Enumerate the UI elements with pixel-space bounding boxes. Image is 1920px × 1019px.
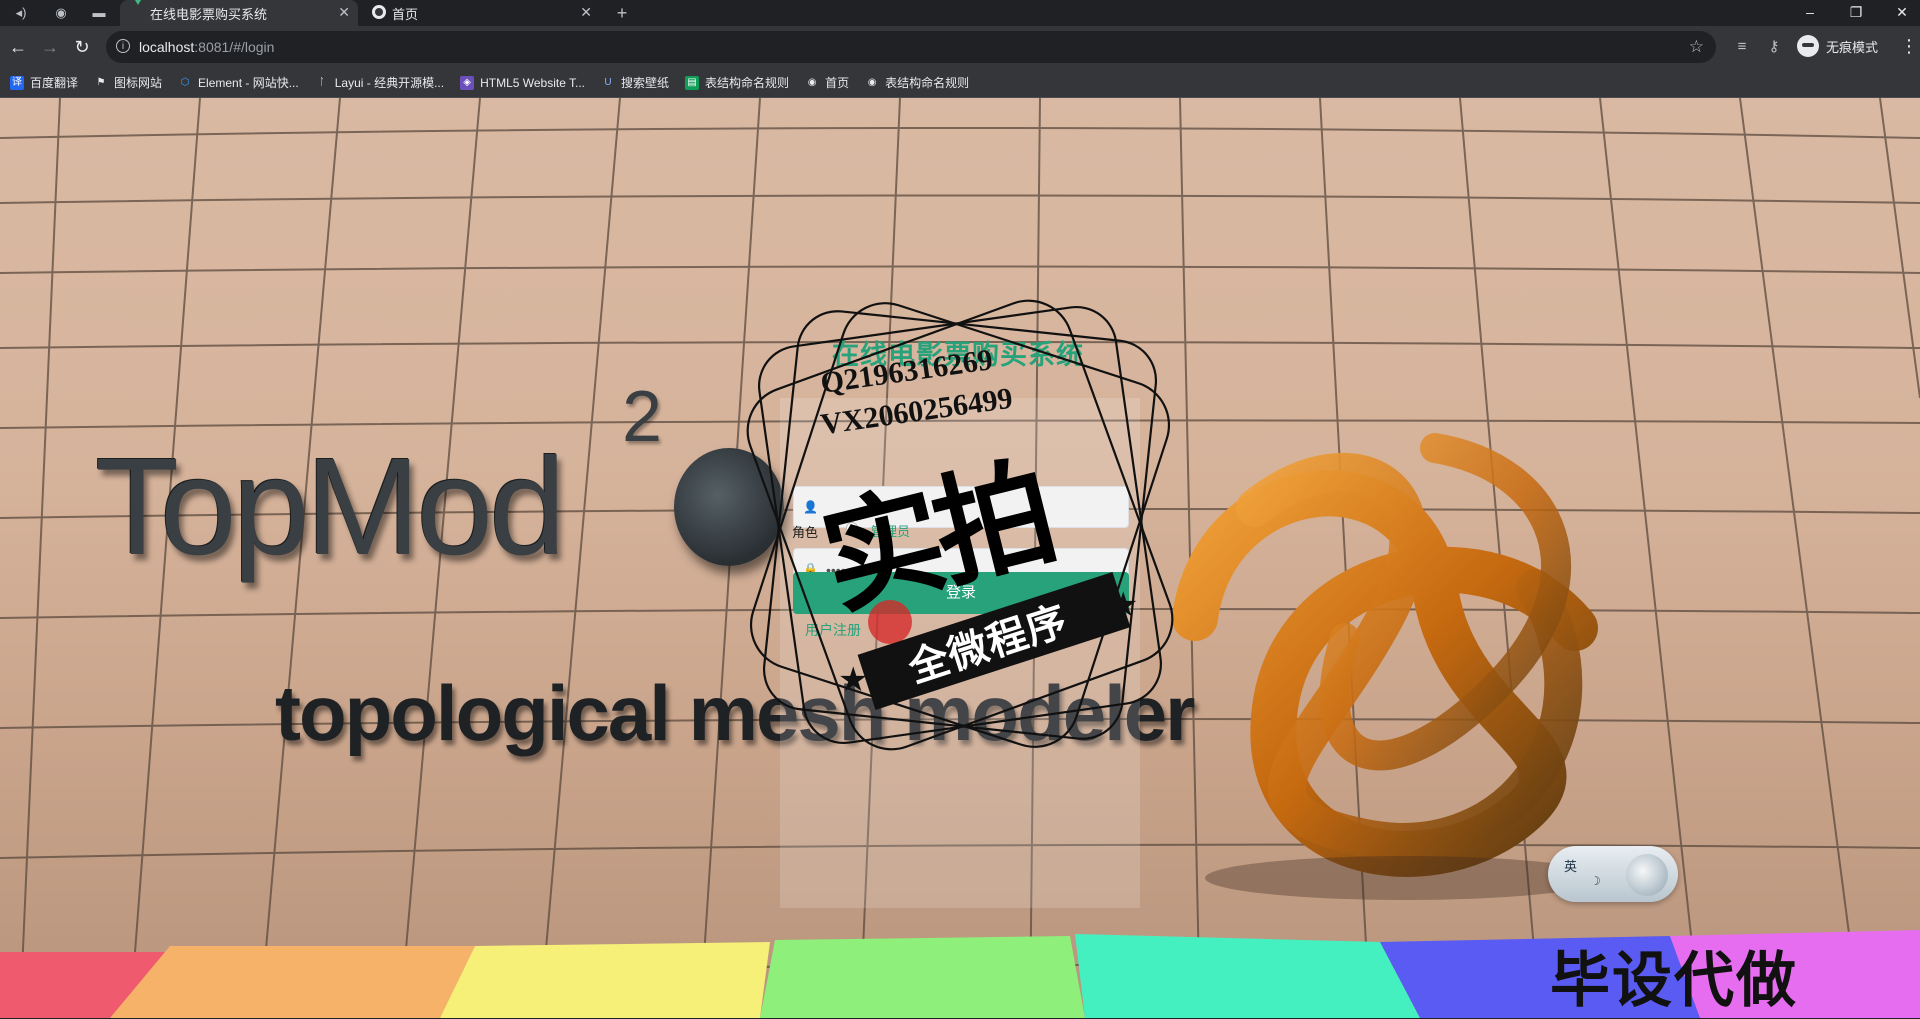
- minimize-icon[interactable]: –: [1787, 0, 1833, 26]
- tab-title: 首页: [392, 6, 419, 22]
- reading-list-icon[interactable]: ≡: [1732, 37, 1752, 57]
- star-icon: ★: [1108, 586, 1139, 624]
- close-tab-icon[interactable]: ✕: [580, 4, 592, 21]
- tab-title: 在线电影票购买系统: [150, 6, 268, 22]
- bookmark-item[interactable]: ⚑ 图标网站: [94, 74, 163, 91]
- mute-icon[interactable]: ◂): [12, 4, 30, 22]
- globe-icon: ◉: [807, 76, 817, 88]
- bookmark-item[interactable]: ⬡ Element - 网站快...: [178, 74, 299, 91]
- tab-strip: ◂) ◉ ▬ 在线电影票购买系统 ✕ 首页 ✕ + – ❐ ✕: [0, 0, 1920, 26]
- bookmarks-bar: 译百度翻译 ⚑ 图标网站 ⬡ Element - 网站快... ᛚ Layui - 经…: [0, 68, 1920, 98]
- bookmark-item[interactable]: ◉ 表结构命名规则: [865, 74, 969, 91]
- more-menu-icon[interactable]: ⋮: [1900, 36, 1918, 57]
- bookmark-item[interactable]: ᛚ Layui - 经典开源模...: [315, 74, 444, 91]
- bookmark-label: HTML5 Website T...: [480, 75, 586, 90]
- pinned-tab-page-icon[interactable]: ▬: [90, 4, 108, 22]
- incognito-icon: [1797, 35, 1819, 57]
- globe-icon: [372, 5, 388, 21]
- forward-icon[interactable]: →: [38, 35, 62, 59]
- close-tab-icon[interactable]: ✕: [338, 4, 350, 21]
- bookmark-item[interactable]: ◉ 首页: [805, 74, 849, 91]
- close-window-icon[interactable]: ✕: [1879, 0, 1920, 26]
- url-path: :8081/#/login: [194, 39, 275, 55]
- flag-icon: ⚑: [96, 76, 106, 88]
- browser-toolbar: ← → ↻ i localhost:8081/#/login ☆ ≡ ⚷ 无痕模…: [0, 26, 1920, 68]
- globe-icon: ◉: [867, 76, 877, 88]
- bookmark-label: 首页: [825, 76, 850, 90]
- layui-icon: ᛚ: [318, 76, 325, 88]
- address-bar[interactable]: i localhost:8081/#/login ☆: [106, 31, 1716, 63]
- bookmark-label: Element - 网站快...: [198, 76, 299, 90]
- profile-label: 无痕模式: [1826, 39, 1879, 55]
- html5-icon: ◈: [460, 75, 475, 90]
- site-info-icon[interactable]: i: [116, 39, 130, 53]
- bookmark-label: 百度翻译: [30, 76, 79, 90]
- star-icon: ★: [838, 661, 869, 699]
- key-icon[interactable]: ⚷: [1764, 37, 1784, 57]
- bookmark-label: 图标网站: [114, 76, 163, 90]
- bookmark-item[interactable]: 译百度翻译: [10, 74, 78, 91]
- vue-logo-icon: [130, 0, 146, 21]
- brand-superscript: 2: [622, 377, 663, 457]
- tab-login[interactable]: 在线电影票购买系统 ✕: [120, 0, 358, 26]
- bookmark-label: 表结构命名规则: [885, 76, 970, 90]
- bookmark-item[interactable]: ▤ 表结构命名规则: [685, 74, 789, 91]
- url-host: localhost: [139, 39, 195, 55]
- bookmark-label: 表结构命名规则: [705, 76, 790, 90]
- wallpaper-icon: U: [604, 76, 612, 88]
- url-text[interactable]: localhost:8081/#/login: [139, 39, 274, 55]
- orange-knot-graphic: [1172, 433, 1605, 900]
- bookmark-label: 搜索壁纸: [621, 76, 670, 90]
- brand-wordmark: TopMod: [95, 430, 566, 584]
- baidu-translate-icon: 译: [10, 75, 24, 90]
- bookmark-label: Layui - 经典开源模...: [334, 76, 445, 90]
- bookmark-star-icon[interactable]: ☆: [1689, 37, 1704, 57]
- new-tab-button[interactable]: +: [613, 4, 631, 22]
- restore-icon[interactable]: ❐: [1833, 0, 1879, 26]
- reload-icon[interactable]: ↻: [70, 35, 94, 59]
- bookmark-item[interactable]: U 搜索壁纸: [601, 74, 669, 91]
- back-icon[interactable]: ←: [6, 35, 30, 59]
- element-icon: ⬡: [180, 76, 190, 88]
- ime-mode-label: 英: [1564, 859, 1578, 874]
- sheet-icon: ▤: [685, 75, 700, 90]
- incognito-profile[interactable]: 无痕模式: [1797, 35, 1878, 57]
- pinned-tab-globe-icon[interactable]: ◉: [52, 4, 70, 22]
- moon-icon: ☽: [1590, 874, 1601, 888]
- watermark-corner-text: 毕设代做: [1550, 947, 1798, 1014]
- ime-widget[interactable]: 英 ☽: [1548, 846, 1678, 902]
- tab-home[interactable]: 首页 ✕: [362, 0, 600, 26]
- bookmark-item[interactable]: ◈ HTML5 Website T...: [460, 75, 586, 90]
- ime-toggle-knob[interactable]: [1626, 854, 1668, 896]
